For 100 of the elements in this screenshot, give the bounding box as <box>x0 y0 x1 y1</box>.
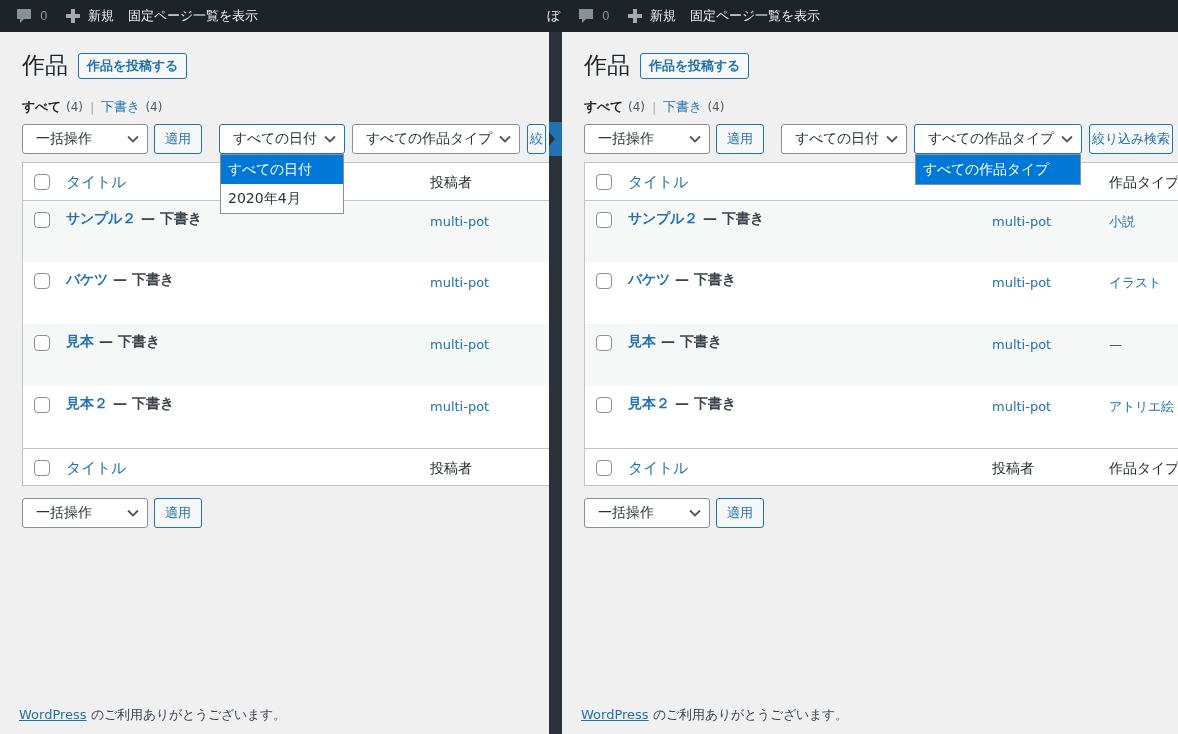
admin-bar-link[interactable]: 固定ページ一覧を表示 <box>127 7 258 25</box>
view-link[interactable]: すべて <box>22 98 61 116</box>
comment-count: 0 <box>602 9 610 23</box>
checkbox[interactable] <box>34 212 50 228</box>
select-value: すべての作品タイプ <box>928 130 1054 148</box>
admin-bar-link[interactable]: 固定ページ一覧を表示 <box>689 7 820 25</box>
select-value: 一括操作 <box>36 130 92 148</box>
add-new-button[interactable]: 作品を投稿する <box>78 52 187 79</box>
filter-button[interactable]: 絞り込み検索 <box>1089 124 1173 154</box>
admin-bar-user[interactable]: ぼ <box>547 7 560 25</box>
post-title-link[interactable]: バケツ <box>66 271 108 289</box>
author-link[interactable]: multi-pot <box>430 275 490 290</box>
page-title: 作品 <box>584 51 630 80</box>
post-title-link[interactable]: バケツ <box>628 271 670 289</box>
apply-button[interactable]: 適用 <box>154 124 202 154</box>
author-link[interactable]: multi-pot <box>992 275 1052 290</box>
speech-bubble-icon[interactable] <box>16 8 32 24</box>
dropdown-select[interactable]: すべての日付 <box>219 124 345 154</box>
speech-bubble-icon[interactable] <box>578 8 594 24</box>
dropdown-option[interactable]: すべての作品タイプ <box>916 155 1080 184</box>
post-status: — 下書き <box>675 395 736 413</box>
new-menu[interactable]: 新規 <box>649 7 676 25</box>
view-link[interactable]: 下書き <box>663 98 703 116</box>
type-link[interactable]: アトリエ絵 <box>1109 399 1174 414</box>
dropdown-select[interactable]: 一括操作 <box>584 498 710 528</box>
checkbox[interactable] <box>596 335 612 351</box>
post-title-link[interactable]: 見本２ <box>628 395 670 413</box>
plus-icon[interactable] <box>627 9 642 23</box>
view-count: (4) <box>707 100 725 114</box>
type-link[interactable]: イラスト <box>1109 275 1161 290</box>
dropdown-select[interactable]: すべての日付 <box>781 124 907 154</box>
column-header-link[interactable]: タイトル <box>628 173 688 191</box>
select-value: 一括操作 <box>598 504 654 522</box>
post-title-link[interactable]: 見本 <box>628 333 656 351</box>
checkbox[interactable] <box>34 397 50 413</box>
filter-button[interactable]: 絞 <box>527 124 546 154</box>
chevron-down-icon <box>689 135 701 143</box>
checkbox[interactable] <box>596 212 612 228</box>
post-title-link[interactable]: 見本 <box>66 333 94 351</box>
footer-text: WordPress のご利用ありがとうございます。 <box>19 706 287 724</box>
separator: | <box>90 99 95 115</box>
author-link[interactable]: multi-pot <box>992 399 1052 414</box>
footer-text: WordPress のご利用ありがとうございます。 <box>581 706 849 724</box>
checkbox[interactable] <box>596 273 612 289</box>
add-new-button[interactable]: 作品を投稿する <box>640 52 749 79</box>
checkbox[interactable] <box>34 335 50 351</box>
post-title-link[interactable]: 見本２ <box>66 395 108 413</box>
checkbox[interactable] <box>596 174 612 190</box>
apply-button[interactable]: 適用 <box>716 124 764 154</box>
post-status: — 下書き <box>703 210 764 228</box>
author-link[interactable]: multi-pot <box>430 337 490 352</box>
footer-link[interactable]: WordPress <box>19 707 87 722</box>
column-header: 投稿者 <box>430 460 472 476</box>
separator: | <box>652 99 657 115</box>
type-link[interactable]: 小説 <box>1109 214 1135 229</box>
select-value: 一括操作 <box>36 504 92 522</box>
checkbox[interactable] <box>596 460 612 476</box>
page-title: 作品 <box>22 51 68 80</box>
author-link[interactable]: multi-pot <box>992 214 1052 229</box>
post-status: — 下書き <box>113 271 174 289</box>
author-link[interactable]: multi-pot <box>430 399 490 414</box>
dropdown-select[interactable]: すべての作品タイプ <box>352 124 520 154</box>
new-menu[interactable]: 新規 <box>87 7 114 25</box>
type-cell: — <box>1109 337 1122 352</box>
column-header: 投稿者 <box>430 174 472 190</box>
comment-count: 0 <box>40 9 48 23</box>
plus-icon[interactable] <box>65 9 80 23</box>
dropdown-option[interactable]: すべての日付 <box>221 155 343 184</box>
author-link[interactable]: multi-pot <box>992 337 1052 352</box>
post-title-link[interactable]: サンプル２ <box>628 210 698 228</box>
dropdown-select[interactable]: 一括操作 <box>584 124 710 154</box>
post-status: — 下書き <box>661 333 722 351</box>
post-title-link[interactable]: サンプル２ <box>66 210 136 228</box>
view-count: (4) <box>66 100 83 114</box>
apply-button[interactable]: 適用 <box>154 498 202 528</box>
post-status: — 下書き <box>99 333 160 351</box>
dropdown-select[interactable]: すべての作品タイプ <box>914 124 1082 154</box>
column-header-link[interactable]: タイトル <box>628 459 688 477</box>
column-header-link[interactable]: タイトル <box>66 173 126 191</box>
column-header: 投稿者 <box>992 460 1034 476</box>
apply-button[interactable]: 適用 <box>716 498 764 528</box>
post-status: — 下書き <box>141 210 202 228</box>
checkbox[interactable] <box>34 174 50 190</box>
dropdown-select[interactable]: 一括操作 <box>22 124 148 154</box>
chevron-down-icon <box>1061 135 1073 143</box>
select-value: 一括操作 <box>598 130 654 148</box>
checkbox[interactable] <box>34 273 50 289</box>
view-link[interactable]: すべて <box>584 98 623 116</box>
chevron-down-icon <box>886 135 898 143</box>
chevron-down-icon <box>127 135 139 143</box>
select-value: すべての日付 <box>233 130 317 148</box>
view-link[interactable]: 下書き <box>101 98 141 116</box>
select-value: すべての日付 <box>795 130 879 148</box>
column-header-link[interactable]: タイトル <box>66 459 126 477</box>
author-link[interactable]: multi-pot <box>430 214 490 229</box>
view-count: (4) <box>628 100 645 114</box>
checkbox[interactable] <box>34 460 50 476</box>
dropdown-select[interactable]: 一括操作 <box>22 498 148 528</box>
checkbox[interactable] <box>596 397 612 413</box>
footer-link[interactable]: WordPress <box>581 707 649 722</box>
